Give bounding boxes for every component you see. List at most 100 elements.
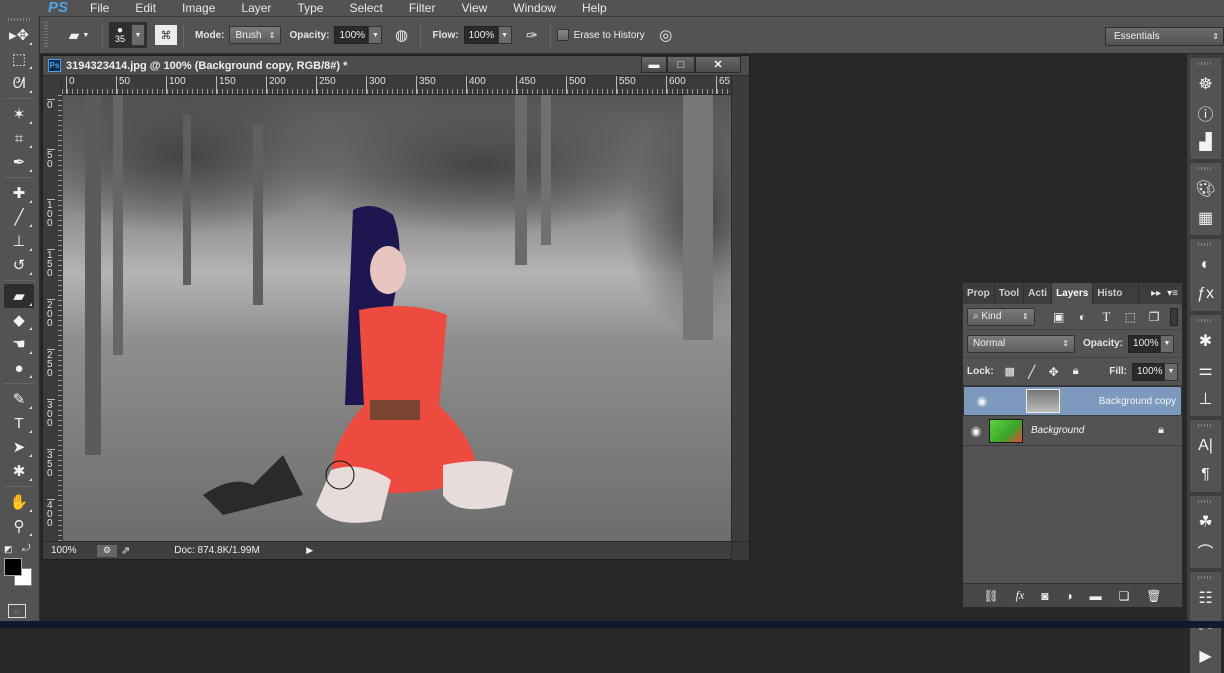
swatches-icon[interactable]: 🎨︎	[1190, 174, 1221, 203]
link-layers-icon[interactable]: ⛓	[983, 589, 998, 603]
eraser-icon[interactable]: ▰ ▼	[62, 27, 96, 44]
character-icon[interactable]: A|	[1190, 431, 1221, 460]
lock-position-icon[interactable]: ✥	[1043, 365, 1065, 379]
tab-layers[interactable]: Layers	[1052, 283, 1094, 304]
brush-preset-picker[interactable]: ● 35 ▼	[109, 22, 148, 48]
mode-select[interactable]: Brush ⇕	[229, 26, 282, 44]
status-menu-arrow-icon[interactable]: ▶	[306, 545, 313, 556]
tab-actions[interactable]: Acti	[1024, 283, 1053, 304]
panel-menu-icon[interactable]: ▾≡	[1167, 283, 1178, 304]
image-canvas[interactable]	[63, 95, 731, 541]
channels-icon[interactable]: ☘	[1190, 507, 1221, 536]
clone-source-icon[interactable]: ⊥	[1190, 384, 1221, 413]
healing-brush-tool[interactable]: ✚	[4, 181, 34, 205]
layer-opacity-dropdown[interactable]: ▼	[1160, 334, 1175, 353]
lock-transparent-icon[interactable]: ▩	[999, 365, 1021, 378]
fill-dropdown[interactable]: ▼	[1164, 362, 1178, 381]
pixel-filter-icon[interactable]: ▣	[1047, 310, 1071, 324]
brush-preset-dropdown[interactable]: ▼	[131, 24, 146, 46]
opacity-input[interactable]: 100%	[334, 26, 369, 44]
info-icon[interactable]: ⓘ	[1190, 98, 1221, 127]
workspace-switcher[interactable]: Essentials ⇕	[1105, 27, 1224, 46]
brush-settings-icon[interactable]: ⚌	[1190, 355, 1221, 384]
minimize-button[interactable]: ▬	[641, 56, 667, 73]
styles-icon[interactable]: ƒx	[1190, 279, 1221, 308]
menu-select[interactable]: Select	[349, 2, 382, 14]
adjustments-icon[interactable]: ◐	[1190, 250, 1221, 279]
layer-style-icon[interactable]: fx	[1016, 588, 1025, 603]
opacity-dropdown[interactable]: ▼	[368, 26, 383, 44]
lock-image-icon[interactable]: ╱	[1021, 365, 1043, 379]
dock-group-grip[interactable]	[1198, 243, 1213, 246]
filter-kind-select[interactable]: ⌕ Kind ⇕	[967, 307, 1035, 326]
ruler-origin[interactable]	[43, 76, 62, 95]
maximize-button[interactable]: □	[667, 56, 695, 73]
collapse-panel-icon[interactable]: ▸▸	[1151, 283, 1161, 304]
default-colors-icon[interactable]: ◩	[4, 544, 13, 555]
path-selection-tool[interactable]: ➤	[4, 435, 34, 459]
erase-to-history-checkbox[interactable]	[556, 29, 569, 41]
custom-shape-tool[interactable]: ✱	[4, 459, 34, 483]
menu-filter[interactable]: Filter	[409, 2, 436, 14]
toolbar-grip[interactable]	[8, 18, 31, 21]
layer-row[interactable]: ◉ Background copy	[963, 386, 1182, 416]
type-filter-icon[interactable]: T	[1094, 309, 1118, 325]
lasso-tool[interactable]: ᘛ	[4, 71, 34, 95]
hand-tool[interactable]: ✋	[4, 490, 34, 514]
horizontal-ruler[interactable]: 0 50 100 150 200 250 300 350 400 450 500 550 600 650	[62, 76, 730, 95]
marquee-tool[interactable]: ⬚	[4, 47, 34, 71]
blend-mode-select[interactable]: Normal ⇕	[967, 334, 1075, 353]
dock-group-grip[interactable]	[1198, 167, 1213, 170]
dock-group-grip[interactable]	[1198, 319, 1213, 322]
layer-opacity-input[interactable]: 100%	[1128, 334, 1161, 353]
dodge-tool[interactable]: ●	[4, 356, 34, 380]
dock-group-grip[interactable]	[1198, 62, 1213, 65]
properties-icon[interactable]: ☷	[1190, 583, 1221, 612]
dock-group-grip[interactable]	[1198, 576, 1213, 579]
eraser-tool[interactable]: ▰	[4, 284, 34, 308]
close-button[interactable]: ✕	[695, 56, 741, 73]
smudge-tool[interactable]: ☚	[4, 332, 34, 356]
zoom-tool[interactable]: ⚲	[4, 514, 34, 538]
crop-tool[interactable]: ⌗	[4, 126, 34, 150]
brush-panel-toggle-icon[interactable]: ⌘	[155, 25, 178, 45]
paths-icon[interactable]: ⌒	[1190, 536, 1221, 565]
foreground-color-swatch[interactable]	[4, 558, 22, 576]
menu-layer[interactable]: Layer	[241, 2, 271, 14]
quick-mask-icon[interactable]: ◌	[8, 604, 26, 618]
color-grid-icon[interactable]: ▦	[1190, 203, 1221, 232]
actions-play-icon[interactable]: ▶	[1190, 641, 1221, 670]
export-icon[interactable]: ⇗	[121, 544, 130, 557]
menu-file[interactable]: File	[90, 2, 109, 14]
layer-row[interactable]: ◉ Background 🔒︎	[963, 416, 1182, 446]
vertical-ruler[interactable]: 0 50 100 150 200 250 300 350 400	[43, 95, 62, 541]
pressure-opacity-icon[interactable]: ◍	[388, 26, 414, 44]
options-bar-grip[interactable]	[44, 22, 48, 48]
histogram-icon[interactable]: ▟	[1190, 127, 1221, 156]
menu-edit[interactable]: Edit	[135, 2, 156, 14]
tab-properties[interactable]: Prop	[963, 283, 995, 304]
shape-filter-icon[interactable]: ⬚	[1118, 310, 1142, 324]
flow-dropdown[interactable]: ▼	[497, 26, 512, 44]
swap-colors-icon[interactable]: ⤾	[22, 543, 30, 554]
smart-object-filter-icon[interactable]: ❐	[1142, 310, 1166, 324]
visibility-eye-icon[interactable]: ◉	[969, 394, 995, 408]
dock-group-grip[interactable]	[1198, 424, 1213, 427]
menu-image[interactable]: Image	[182, 2, 215, 14]
clone-stamp-tool[interactable]: ⊥	[4, 229, 34, 253]
menu-type[interactable]: Type	[297, 2, 323, 14]
menu-help[interactable]: Help	[582, 2, 607, 14]
delete-layer-icon[interactable]: 🗑︎	[1146, 589, 1161, 603]
brush-tool[interactable]: ╱	[4, 205, 34, 229]
filter-toggle[interactable]	[1170, 307, 1179, 326]
pressure-size-icon[interactable]: ◎	[653, 26, 679, 44]
paragraph-icon[interactable]: ¶	[1190, 460, 1221, 489]
type-tool[interactable]: T	[4, 411, 34, 435]
eyedropper-tool[interactable]: ✒	[4, 150, 34, 174]
move-tool[interactable]: ▸✥	[4, 23, 34, 47]
brush-presets-icon[interactable]: ✱	[1190, 326, 1221, 355]
magic-wand-tool[interactable]: ✶	[4, 102, 34, 126]
new-layer-icon[interactable]: ❏	[1119, 589, 1130, 603]
zoom-level[interactable]: 100%	[51, 545, 97, 556]
paint-bucket-tool[interactable]: ◆	[4, 308, 34, 332]
